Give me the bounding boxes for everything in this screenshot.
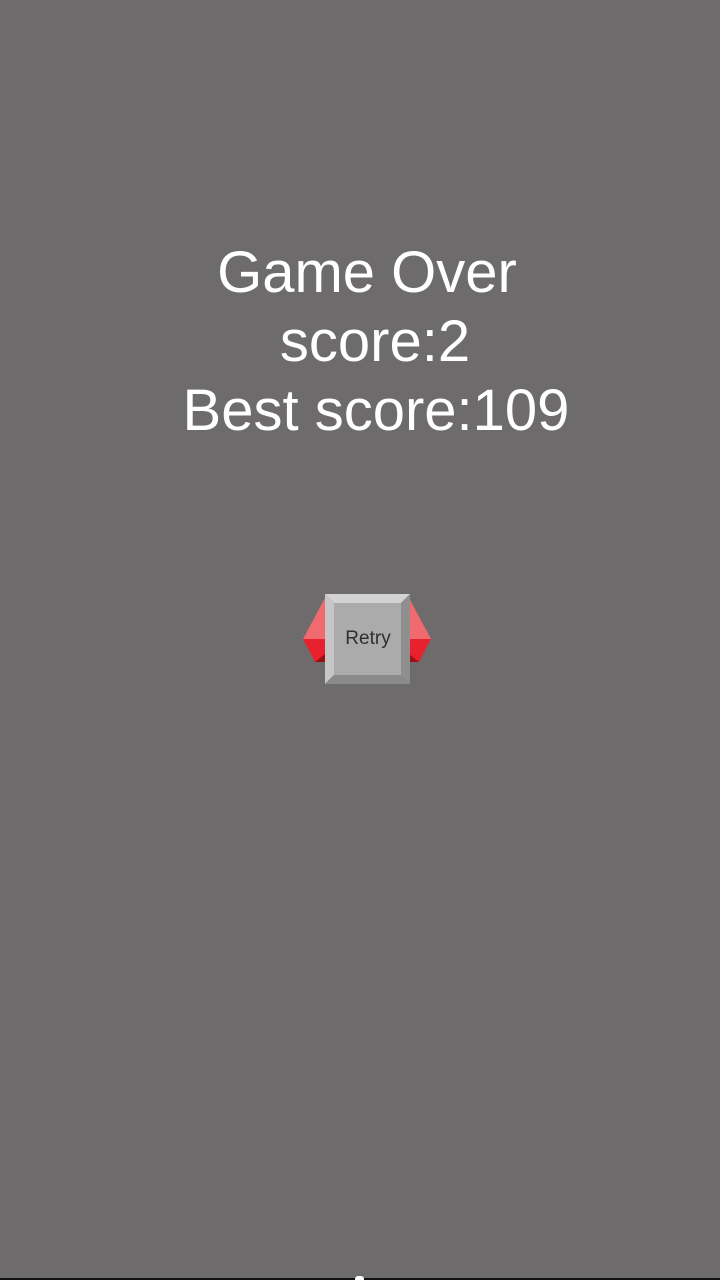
retry-button-label: Retry — [345, 628, 391, 649]
game-over-panel: Game Over score:2 Best score:109 — [0, 238, 720, 445]
game-over-screen: Game Over score:2 Best score:109 Retry — [0, 0, 720, 1280]
retry-button-group: Retry — [303, 594, 431, 684]
home-indicator — [355, 1276, 364, 1280]
retry-button[interactable]: Retry — [325, 594, 411, 684]
game-over-title: Game Over — [217, 240, 517, 305]
best-score: Best score:109 — [182, 378, 570, 443]
current-score: score:2 — [279, 309, 471, 374]
